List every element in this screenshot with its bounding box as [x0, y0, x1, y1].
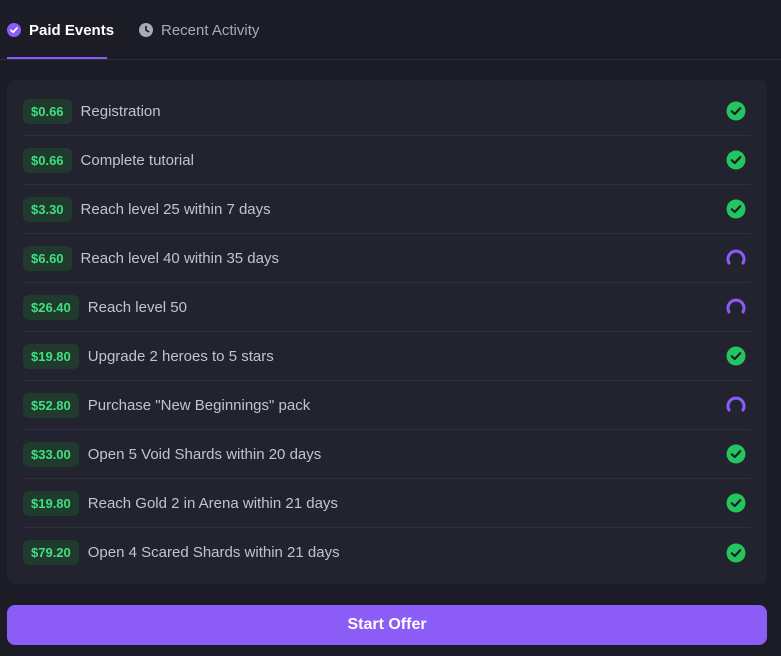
check-icon: [726, 101, 746, 121]
event-label: Reach level 25 within 7 days: [80, 200, 271, 218]
tab-label: Recent Activity: [161, 21, 260, 39]
event-row: $19.80 Upgrade 2 heroes to 5 stars: [23, 332, 751, 381]
event-row: $79.20 Open 4 Scared Shards within 21 da…: [23, 528, 751, 577]
check-icon: [726, 493, 746, 513]
event-label: Reach level 50: [87, 298, 187, 316]
check-icon: [726, 543, 746, 563]
spinner-icon: [726, 297, 746, 317]
reward-badge: $79.20: [23, 540, 79, 565]
event-label: Open 5 Void Shards within 20 days: [87, 445, 322, 463]
check-icon: [726, 150, 746, 170]
event-label: Reach level 40 within 35 days: [80, 249, 279, 267]
tab-recent-activity[interactable]: Recent Activity: [139, 0, 259, 60]
reward-badge: $33.00: [23, 441, 79, 467]
reward-badge: $52.80: [23, 392, 79, 418]
clock-icon: [139, 23, 153, 37]
spinner-icon: [726, 395, 746, 415]
reward-badge: $3.30: [23, 196, 72, 222]
event-label: Open 4 Scared Shards within 21 days: [87, 544, 340, 561]
event-row: $19.80 Reach Gold 2 in Arena within 21 d…: [23, 479, 751, 528]
event-label: Purchase "New Beginnings" pack: [87, 396, 311, 414]
tab-label: Paid Events: [29, 21, 115, 39]
event-row: $0.66 Complete tutorial: [23, 136, 751, 185]
event-label: Complete tutorial: [80, 151, 194, 169]
event-row: $52.80 Purchase "New Beginnings" pack: [23, 381, 751, 430]
reward-badge: $6.60: [23, 245, 72, 271]
check-icon: [726, 199, 746, 219]
reward-badge: $19.80: [23, 490, 79, 516]
event-row: $26.40 Reach level 50: [23, 283, 751, 332]
reward-badge: $26.40: [23, 294, 79, 320]
reward-badge: $0.66: [23, 98, 72, 124]
events-panel: $0.66 Registration $0.66 Complete tutori…: [7, 80, 767, 584]
event-label: Reach Gold 2 in Arena within 21 days: [87, 494, 338, 512]
reward-badge: $0.66: [23, 147, 72, 173]
event-label: Upgrade 2 heroes to 5 stars: [87, 347, 274, 365]
spinner-icon: [726, 248, 746, 268]
reward-badge: $19.80: [23, 343, 79, 369]
tab-paid-events[interactable]: Paid Events: [7, 0, 114, 60]
event-row: $3.30 Reach level 25 within 7 days: [23, 185, 751, 234]
event-row: $33.00 Open 5 Void Shards within 20 days: [23, 430, 751, 479]
active-tab-indicator: [7, 57, 107, 59]
event-row: $6.60 Reach level 40 within 35 days: [23, 234, 751, 283]
event-row: $0.66 Registration: [23, 87, 751, 136]
start-offer-button[interactable]: Start Offer: [7, 605, 767, 645]
check-icon: [726, 346, 746, 366]
tab-bar: Paid Events Recent Activity: [0, 0, 781, 60]
check-icon: [726, 444, 746, 464]
check-circle-icon: [7, 23, 21, 37]
event-label: Registration: [80, 102, 161, 120]
